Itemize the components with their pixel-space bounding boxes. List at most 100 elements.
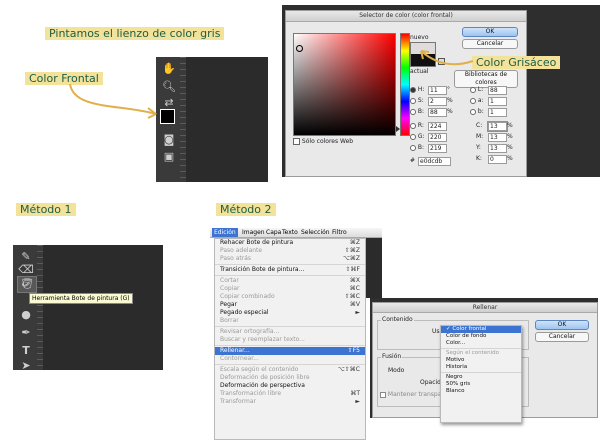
m-field[interactable]: 13 bbox=[488, 133, 507, 142]
edit-menu-item[interactable]: Pegado especial ► bbox=[215, 309, 365, 317]
menu-item-label: Deformación de posición libre bbox=[220, 374, 310, 381]
k-field[interactable]: 0 bbox=[488, 155, 507, 164]
menu-capa[interactable]: Capa bbox=[266, 228, 281, 237]
menu-item-shortcut: ⌘V bbox=[349, 301, 360, 308]
menu-seleccion[interactable]: Selección bbox=[301, 228, 330, 237]
path-selection-icon[interactable]: ➤ bbox=[18, 358, 34, 372]
blue-radio[interactable] bbox=[410, 144, 416, 151]
edit-menu-item: Paso adelante ⇧⌘Z bbox=[215, 247, 365, 255]
hex-row: # e0dcdb bbox=[410, 157, 460, 166]
hand-tool-icon[interactable]: ✋ bbox=[161, 61, 177, 75]
m-label: M: bbox=[476, 133, 484, 140]
usar-option[interactable]: Color de fondo bbox=[441, 333, 521, 340]
usar-option[interactable]: Motivo bbox=[441, 357, 521, 364]
edit-menu-item[interactable]: Rellenar... ⇧F5 bbox=[215, 347, 365, 355]
b-radio[interactable] bbox=[410, 108, 416, 115]
lab-b-field[interactable]: 1 bbox=[488, 108, 507, 117]
edit-menu-item: Contornear... bbox=[215, 355, 365, 363]
quick-mask-icon[interactable]: ◙ bbox=[161, 132, 177, 146]
paint-bucket-tool-icon[interactable]: 🪣︎ bbox=[17, 276, 37, 293]
edit-menu-item: Revisar ortografía... bbox=[215, 328, 365, 336]
s-radio[interactable] bbox=[410, 97, 416, 104]
ok-button[interactable]: OK bbox=[462, 27, 518, 37]
hsb-s-row: S: 2 % bbox=[410, 97, 456, 106]
mantener-checkbox[interactable] bbox=[380, 391, 386, 398]
menu-item-shortcut: ⇧⌘Z bbox=[344, 247, 360, 254]
g-field[interactable]: 220 bbox=[428, 133, 447, 142]
pen-tool-icon[interactable]: ✒ bbox=[18, 325, 34, 339]
menu-item-label: Pegado especial bbox=[220, 309, 269, 316]
r-field[interactable]: 224 bbox=[428, 122, 447, 131]
usar-option: Según el contenido bbox=[446, 350, 500, 356]
photoshop-canvas-bottom: ✎ ⌫ 🪣︎ ● ✒ T ➤ Herramienta Bote de pintu… bbox=[13, 245, 163, 372]
brush-tool-icon[interactable]: ✎ bbox=[18, 249, 34, 263]
title-label: Pintamos el lienzo de color gris bbox=[45, 27, 225, 40]
tools-panel-bottom: ✎ ⌫ 🪣︎ ● ✒ T ➤ bbox=[13, 245, 43, 372]
edit-menu-item: Escala según el contenido ⌥⇧⌘C bbox=[215, 366, 365, 374]
fill-dialog-title: Rellenar bbox=[373, 303, 597, 313]
edit-menu-item: Borrar bbox=[215, 317, 365, 325]
hue-slider-handle[interactable] bbox=[396, 126, 400, 132]
edit-menu-item[interactable]: Rehacer Bote de pintura ⌘Z bbox=[215, 239, 365, 247]
type-tool-icon[interactable]: T bbox=[18, 343, 34, 357]
g-radio[interactable] bbox=[410, 133, 416, 140]
menu-bar: Edición Imagen Capa Texto Selección Filt… bbox=[210, 228, 382, 238]
web-only-row: Sólo colores Web bbox=[293, 138, 383, 146]
edit-menu-item[interactable]: Pegar ⌘V bbox=[215, 301, 365, 309]
menu-imagen[interactable]: Imagen bbox=[242, 228, 265, 237]
screen-mode-icon[interactable]: ▣ bbox=[161, 149, 177, 163]
menu-item-label: Buscar y reemplazar texto... bbox=[220, 336, 305, 343]
h-field[interactable]: 11 bbox=[428, 86, 447, 95]
color-picker-dialog: Selector de color (color frontal) nuevo … bbox=[285, 10, 527, 177]
lab-b-radio[interactable] bbox=[470, 108, 476, 115]
eraser-tool-icon[interactable]: ⌫ bbox=[18, 262, 34, 276]
menu-texto[interactable]: Texto bbox=[282, 228, 298, 237]
dodge-tool-icon[interactable]: ● bbox=[18, 307, 34, 321]
menu-item-label: Revisar ortografía... bbox=[220, 328, 280, 335]
b-unit: % bbox=[447, 108, 453, 115]
hsb-h-row: H: 11 ° bbox=[410, 86, 456, 95]
b-field[interactable]: 88 bbox=[428, 108, 447, 117]
h-radio[interactable] bbox=[410, 86, 416, 93]
l-radio[interactable] bbox=[470, 86, 476, 93]
usar-option[interactable]: Color... bbox=[441, 340, 521, 347]
menu-item-label: Transición Bote de pintura... bbox=[220, 266, 305, 273]
hue-slider[interactable] bbox=[400, 33, 410, 136]
a-radio[interactable] bbox=[470, 97, 476, 104]
blue-field[interactable]: 219 bbox=[428, 144, 447, 153]
fill-cancel-button[interactable]: Cancelar bbox=[535, 332, 589, 342]
usar-option[interactable]: Blanco bbox=[441, 388, 521, 395]
metodo-1-label: Método 1 bbox=[16, 203, 76, 216]
usar-option[interactable]: ✓ Color frontal bbox=[441, 326, 521, 333]
h-unit: ° bbox=[447, 86, 450, 93]
menu-item-shortcut: ⌘X bbox=[349, 277, 360, 284]
menu-edicion[interactable]: Edición bbox=[212, 228, 238, 237]
fill-ok-button[interactable]: OK bbox=[535, 320, 589, 330]
r-radio[interactable] bbox=[410, 122, 416, 129]
s-field[interactable]: 2 bbox=[428, 97, 447, 106]
menu-item-label: Borrar bbox=[220, 317, 239, 324]
usar-option[interactable]: Negro bbox=[441, 374, 521, 381]
edit-menu-item: Paso atrás ⌥⌘Z bbox=[215, 255, 365, 263]
menu-filtro[interactable]: Filtro bbox=[332, 228, 347, 237]
c-field[interactable]: 13 bbox=[487, 121, 508, 132]
edit-menu-item: Copiar ⌘C bbox=[215, 285, 365, 293]
usar-option[interactable]: Historia bbox=[441, 364, 521, 371]
menu-item-label: Escala según el contenido bbox=[220, 366, 299, 373]
edit-menu-item[interactable]: Transición Bote de pintura... ⇧⌘F bbox=[215, 266, 365, 274]
menu-item-shortcut: ⇧F5 bbox=[347, 347, 360, 354]
color-field[interactable] bbox=[293, 33, 396, 136]
web-only-checkbox[interactable] bbox=[293, 138, 300, 145]
a-field[interactable]: 1 bbox=[488, 97, 507, 106]
menu-item-shortcut: ⌘C bbox=[349, 285, 360, 292]
hex-field[interactable]: e0dcdb bbox=[418, 157, 451, 166]
rgb-g-row: G: 220 bbox=[410, 133, 456, 142]
color-field-cursor[interactable] bbox=[296, 45, 303, 52]
option-separator bbox=[441, 372, 521, 373]
k-unit: % bbox=[507, 155, 513, 162]
edit-menu-item[interactable]: Deformación de perspectiva bbox=[215, 382, 365, 390]
y-field[interactable]: 13 bbox=[488, 144, 507, 153]
usar-option[interactable]: 50% gris bbox=[441, 381, 521, 388]
hsb-b-row: B: 88 % bbox=[410, 108, 456, 117]
l-field[interactable]: 88 bbox=[488, 86, 507, 95]
